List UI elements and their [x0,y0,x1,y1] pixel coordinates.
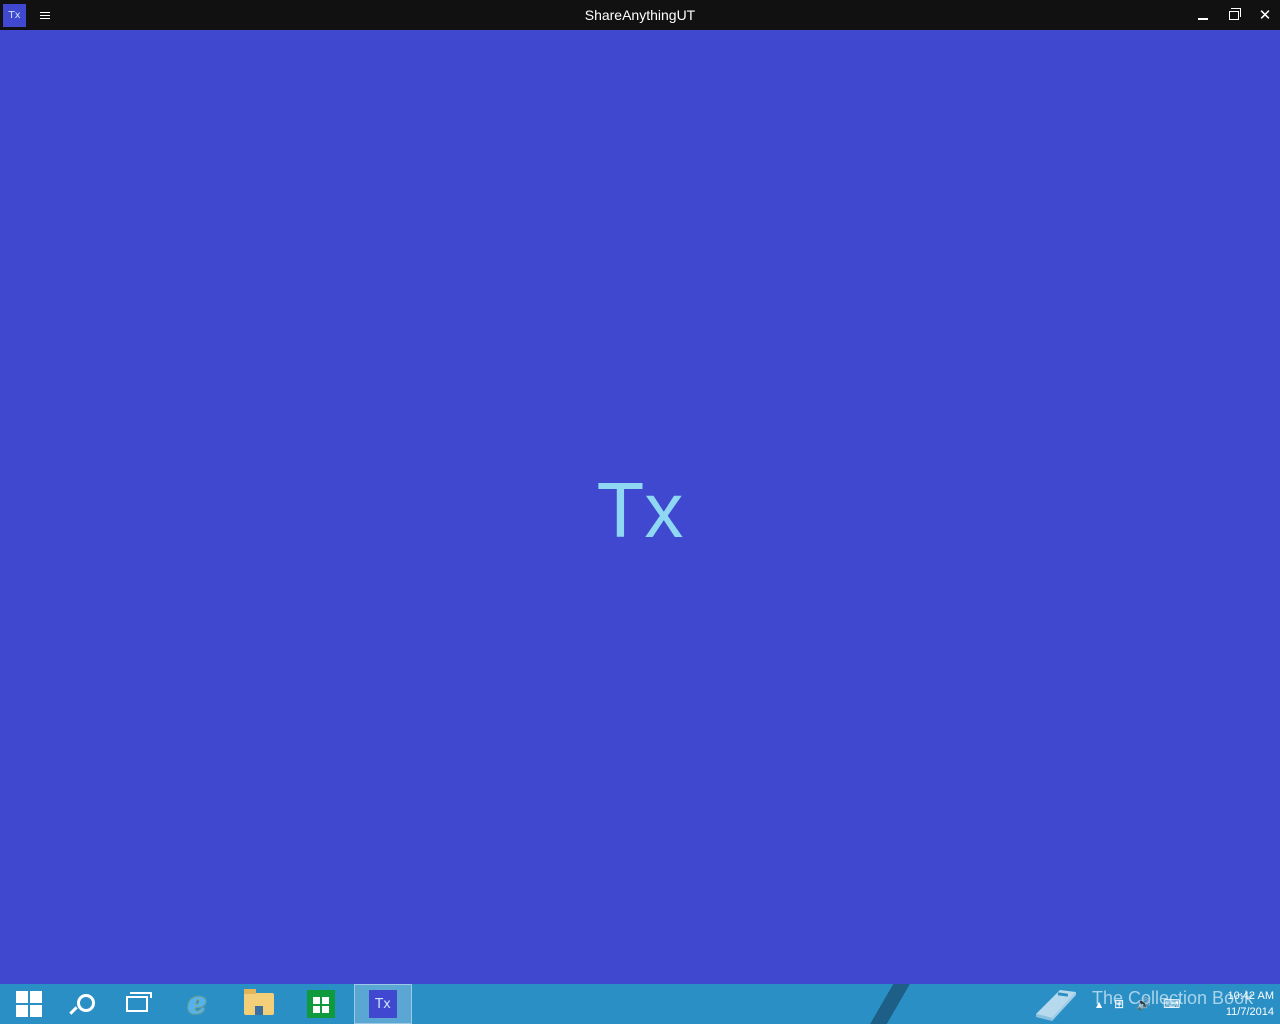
task-view-icon [126,992,152,1012]
network-icon[interactable]: ⊞ [1114,997,1124,1011]
keyboard-icon[interactable]: ⌨ [1163,997,1180,1011]
store-button[interactable] [292,984,350,1024]
show-hidden-icons-icon[interactable]: ▲ [1096,1000,1102,1009]
app-content: Tx [0,30,1280,984]
internet-explorer-button[interactable]: e [168,984,226,1024]
close-icon: ✕ [1258,6,1272,24]
volume-icon[interactable]: 🔊 [1136,997,1151,1011]
folder-icon [244,989,274,1015]
restore-icon [1229,7,1241,20]
store-icon [307,990,335,1018]
minimize-button[interactable] [1187,0,1219,30]
system-tray: ▲ ⊞ 🔊 ⌨ [1096,994,1181,1014]
task-view-button[interactable] [108,984,166,1024]
window-title: ShareAnythingUT [584,7,696,23]
search-button[interactable] [52,984,110,1024]
close-button[interactable]: ✕ [1249,0,1280,30]
system-clock[interactable]: 10:42 AM 11/7/2014 [1206,988,1274,1022]
clock-date: 11/7/2014 [1225,1006,1274,1018]
clock-time: 10:42 AM [1227,990,1274,1002]
shareanythingut-taskbar-button[interactable]: Tx [354,984,412,1024]
windows-logo-icon [16,991,42,1017]
start-button[interactable] [0,984,58,1024]
book-icon [1036,990,1076,1021]
minimize-icon [1198,18,1208,20]
title-bar[interactable]: Tx ShareAnythingUT ✕ [0,0,1280,30]
splash-logo: Tx [596,465,684,554]
taskbar-decoration [860,984,920,1024]
file-explorer-button[interactable] [230,984,288,1024]
restore-button[interactable] [1218,0,1250,30]
app-taskbar-icon: Tx [369,990,397,1018]
taskbar: e Tx The Collection Book ▲ ⊞ 🔊 ⌨ 10:42 A… [0,984,1280,1024]
search-icon [70,993,95,1015]
ie-icon: e [187,986,207,1021]
app-window: Tx ShareAnythingUT ✕ Tx [0,0,1280,984]
